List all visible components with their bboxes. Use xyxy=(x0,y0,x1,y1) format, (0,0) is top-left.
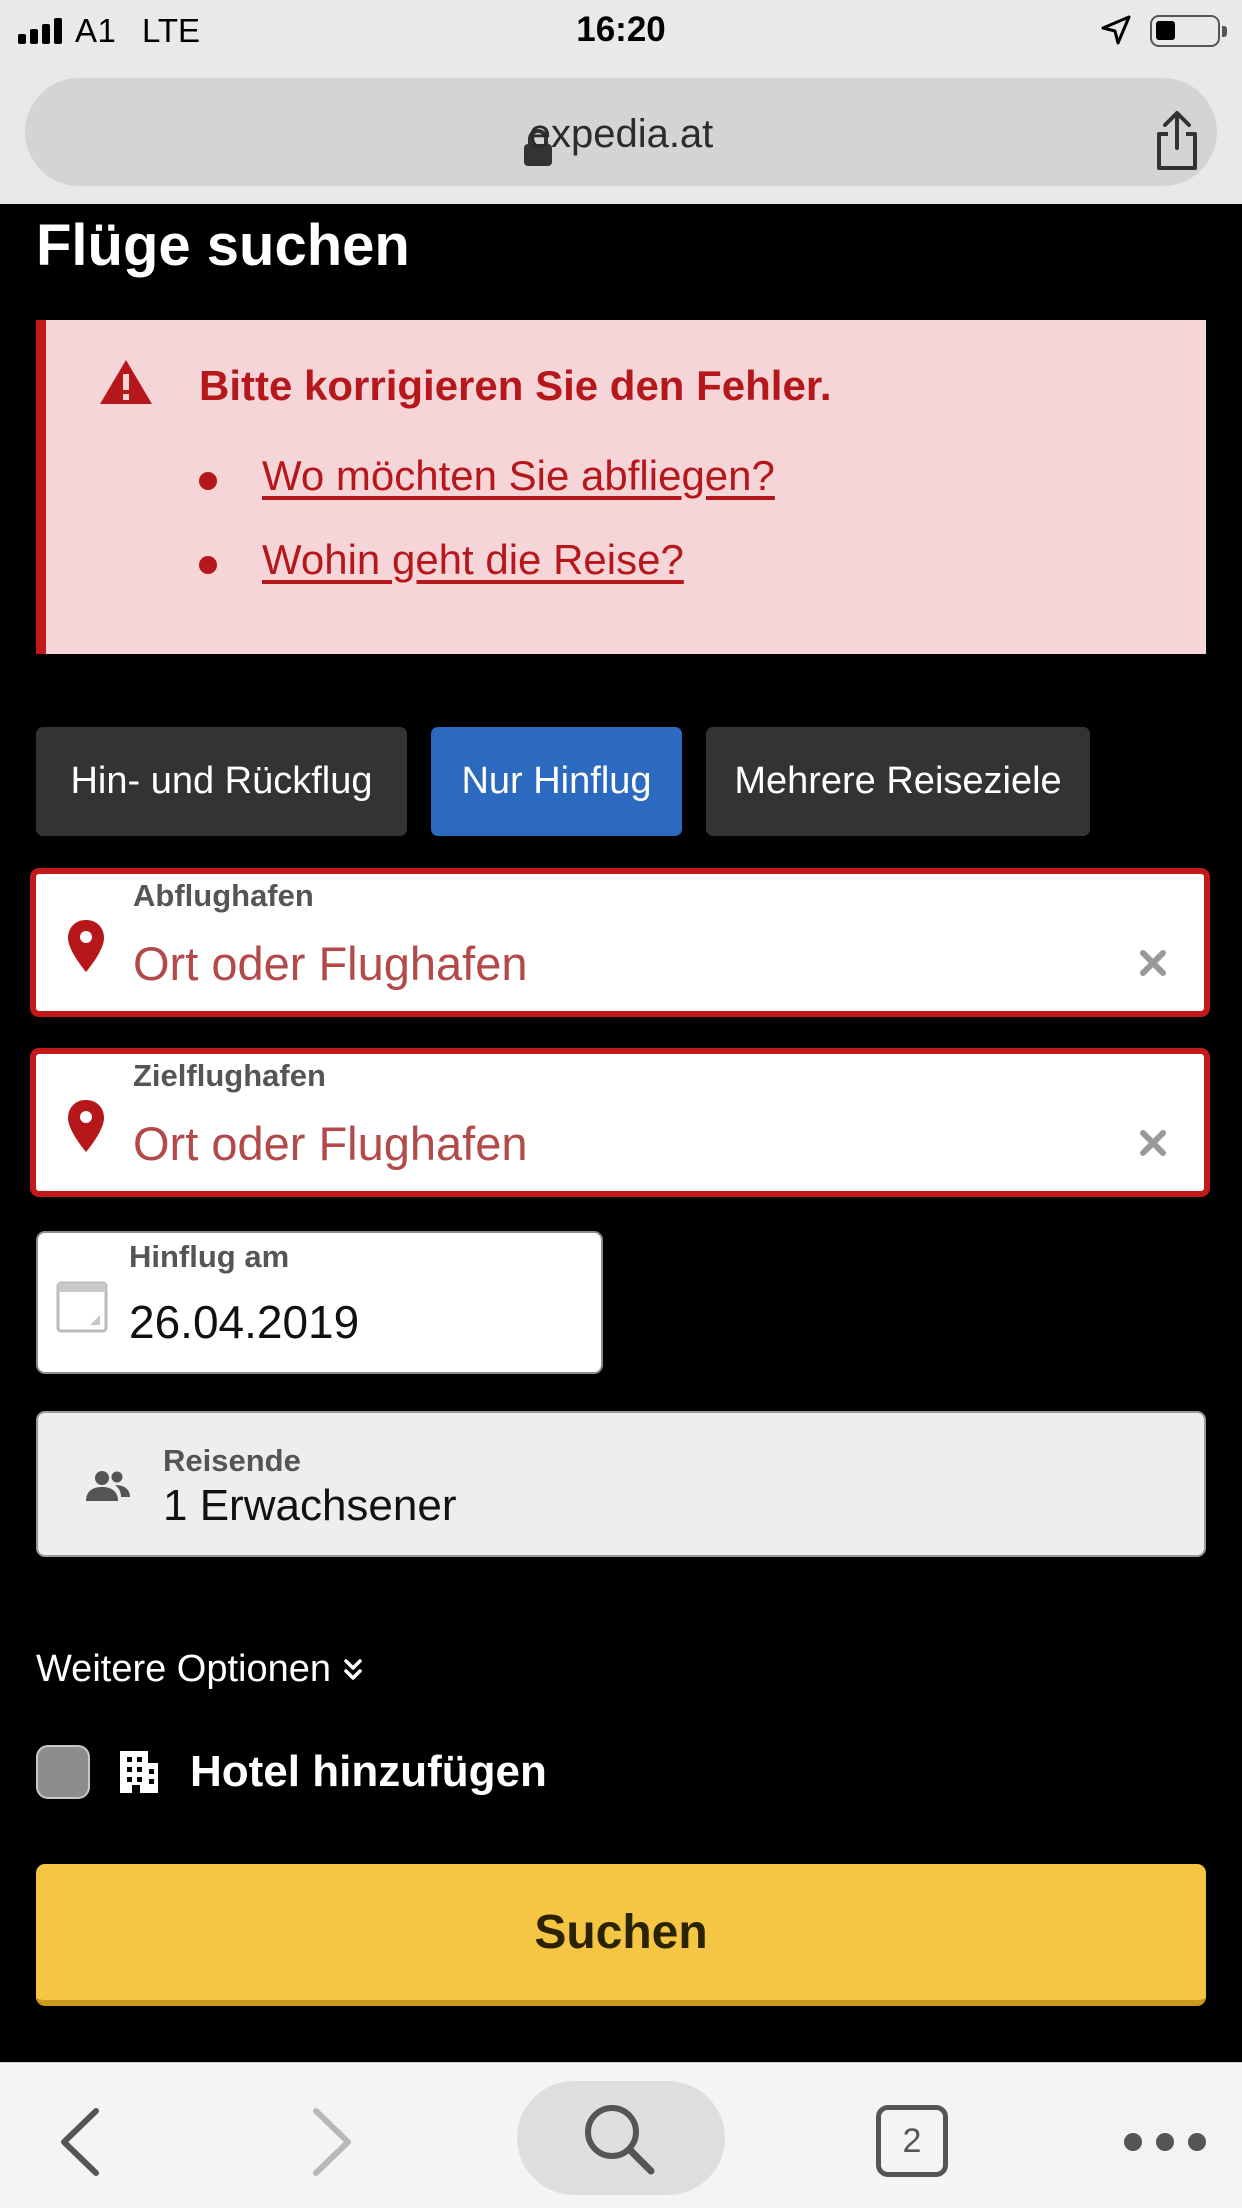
map-pin-icon xyxy=(68,920,104,972)
add-hotel-label: Hotel hinzufügen xyxy=(190,1747,547,1796)
add-hotel-checkbox[interactable] xyxy=(36,1745,90,1799)
departure-date-value: 26.04.2019 xyxy=(129,1296,360,1348)
trip-type-oneway[interactable]: Nur Hinflug xyxy=(431,727,682,836)
forward-chevron-icon[interactable] xyxy=(310,2107,354,2177)
more-dots-icon[interactable] xyxy=(1124,2133,1206,2151)
back-chevron-icon[interactable] xyxy=(58,2107,102,2177)
status-bar: A1 LTE 16:20 xyxy=(0,0,1242,62)
share-icon[interactable] xyxy=(1151,110,1203,172)
location-arrow-icon xyxy=(1101,15,1131,45)
url-text: expedia.at xyxy=(528,112,714,156)
page-title: Flüge suchen xyxy=(36,213,410,278)
travellers-selector[interactable]: Reisende 1 Erwachsener xyxy=(36,1411,1206,1557)
trip-type-multicity[interactable]: Mehrere Reiseziele xyxy=(706,727,1090,836)
error-title: Bitte korrigieren Sie den Fehler. xyxy=(199,362,832,409)
origin-field[interactable]: Abflughafen Ort oder Flughafen xyxy=(30,868,1210,1017)
clear-icon[interactable] xyxy=(1138,948,1168,978)
map-pin-icon xyxy=(68,1100,104,1152)
departure-date-field[interactable]: Hinflug am 26.04.2019 xyxy=(36,1231,603,1374)
clear-icon[interactable] xyxy=(1138,1128,1168,1158)
error-summary: Bitte korrigieren Sie den Fehler. Wo möc… xyxy=(36,320,1206,654)
double-chevron-down-icon xyxy=(344,1658,362,1680)
search-icon xyxy=(585,2105,655,2175)
destination-label: Zielflughafen xyxy=(133,1058,326,1093)
trip-type-roundtrip[interactable]: Hin- und Rückflug xyxy=(36,727,407,836)
search-pill[interactable] xyxy=(517,2081,725,2195)
building-icon xyxy=(120,1751,158,1793)
error-list: Wo möchten Sie abfliegen? Wohin geht die… xyxy=(199,452,775,620)
search-button[interactable]: Suchen xyxy=(36,1864,1206,2006)
add-hotel-row: Hotel hinzufügen xyxy=(36,1745,547,1799)
battery-icon xyxy=(1150,15,1227,47)
warning-icon xyxy=(100,360,152,404)
departure-date-label: Hinflug am xyxy=(129,1239,290,1274)
destination-placeholder: Ort oder Flughafen xyxy=(133,1117,528,1170)
origin-placeholder: Ort oder Flughafen xyxy=(133,937,528,990)
calendar-icon xyxy=(56,1281,108,1333)
status-time: 16:20 xyxy=(576,10,666,49)
error-item: Wohin geht die Reise? xyxy=(199,536,775,620)
destination-field[interactable]: Zielflughafen Ort oder Flughafen xyxy=(30,1048,1210,1197)
people-icon xyxy=(86,1471,130,1501)
error-link-destination[interactable]: Wohin geht die Reise? xyxy=(262,536,684,583)
travellers-label: Reisende xyxy=(163,1443,301,1478)
more-options-toggle[interactable]: Weitere Optionen xyxy=(36,1648,363,1691)
browser-address-bar-area: expedia.at xyxy=(0,62,1242,204)
travellers-value: 1 Erwachsener xyxy=(163,1481,457,1530)
more-options-label: Weitere Optionen xyxy=(36,1648,332,1690)
error-item: Wo möchten Sie abfliegen? xyxy=(199,452,775,536)
tabs-button[interactable]: 2 xyxy=(876,2105,948,2177)
error-link-origin[interactable]: Wo möchten Sie abfliegen? xyxy=(262,452,775,499)
browser-toolbar: 2 xyxy=(0,2062,1242,2208)
origin-label: Abflughafen xyxy=(133,878,314,913)
address-bar[interactable]: expedia.at xyxy=(25,78,1217,186)
